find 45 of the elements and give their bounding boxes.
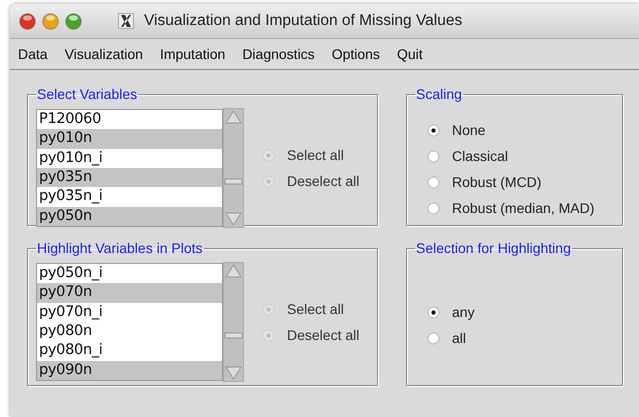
list-item[interactable]: py010n [37, 129, 222, 149]
list-item[interactable]: py070n [37, 283, 222, 303]
menu-item[interactable]: Data [18, 46, 48, 62]
list-item[interactable]: py050n [37, 206, 222, 226]
list-item[interactable]: py080n [37, 322, 222, 342]
list-item[interactable]: py050n_i [37, 264, 222, 284]
option-label: Robust (median, MAD) [452, 200, 594, 216]
radio-button[interactable] [427, 176, 440, 188]
option-label: Deselect all [287, 173, 360, 189]
group-title: Select Variables [36, 86, 138, 102]
menu-item[interactable]: Imputation [160, 46, 226, 62]
radio-button[interactable] [427, 306, 440, 318]
list-item[interactable]: P120060 [37, 110, 222, 130]
menu-item[interactable]: Quit [396, 46, 423, 62]
option-label: any [452, 304, 475, 320]
list-item[interactable]: py080n_i [37, 341, 222, 361]
list-item[interactable]: py035n_i [37, 187, 222, 207]
list-item[interactable]: py010n_i [37, 148, 222, 168]
scrollbar[interactable] [223, 262, 244, 382]
menu-item[interactable]: Options [332, 46, 380, 62]
option-label: all [452, 330, 466, 346]
window-control-icon[interactable] [42, 12, 59, 30]
option-label: Robust (MCD) [452, 174, 542, 190]
window-control-icon[interactable] [65, 12, 82, 30]
option-label: Select all [287, 301, 344, 317]
option-label: Select all [287, 147, 344, 163]
app-icon [118, 13, 134, 29]
radio-button[interactable] [427, 150, 440, 162]
option-label: Deselect all [287, 327, 360, 343]
option-label: None [452, 122, 486, 138]
list-item[interactable]: py070n_i [37, 302, 222, 322]
window-title: Visualization and Imputation of Missing Values [144, 12, 462, 30]
group-title: Selection for Highlighting [415, 240, 572, 256]
scrollbar[interactable] [223, 108, 244, 228]
menu-item[interactable]: Visualization [64, 46, 143, 62]
option-label: Classical [452, 148, 508, 164]
menu-item[interactable]: Diagnostics [242, 46, 315, 62]
list-item[interactable]: py035n [37, 168, 222, 188]
group-title: Scaling [415, 86, 463, 102]
list-item[interactable]: py090n [37, 360, 222, 380]
radio-button[interactable] [427, 202, 440, 214]
group-title: Highlight Variables in Plots [36, 240, 204, 256]
radio-button[interactable] [427, 124, 440, 136]
radio-button[interactable] [427, 332, 440, 344]
window-control-icon[interactable] [19, 12, 36, 30]
